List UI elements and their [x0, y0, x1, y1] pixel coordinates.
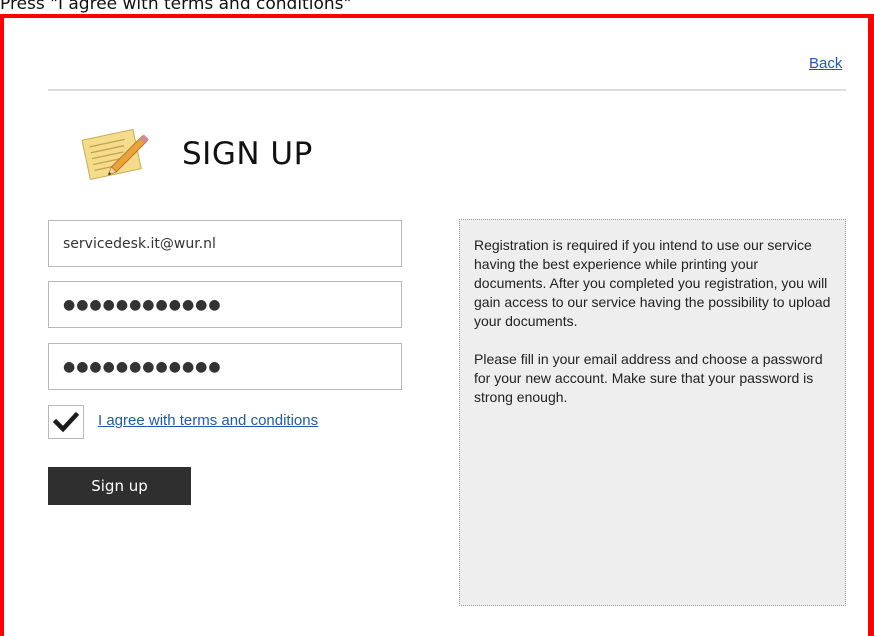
- checkmark-icon: [52, 411, 80, 433]
- sign-up-button[interactable]: Sign up: [48, 467, 191, 505]
- info-paragraph-registration: Registration is required if you intend t…: [474, 237, 831, 329]
- agree-terms-link[interactable]: I agree with terms and conditions: [98, 412, 318, 429]
- back-link[interactable]: Back: [809, 55, 842, 72]
- page-title: SIGN UP: [182, 136, 313, 172]
- instruction-caption: Press "I agree with terms and conditions…: [0, 0, 352, 14]
- header-divider: [48, 89, 846, 91]
- agree-checkbox[interactable]: [48, 405, 84, 439]
- info-panel: Registration is required if you intend t…: [459, 219, 846, 606]
- info-paragraph-instructions: Please fill in your email address and ch…: [474, 351, 823, 405]
- email-field[interactable]: [48, 220, 402, 267]
- confirm-password-field[interactable]: [48, 343, 402, 390]
- notepad-pencil-icon: [81, 128, 149, 181]
- password-field[interactable]: [48, 281, 402, 328]
